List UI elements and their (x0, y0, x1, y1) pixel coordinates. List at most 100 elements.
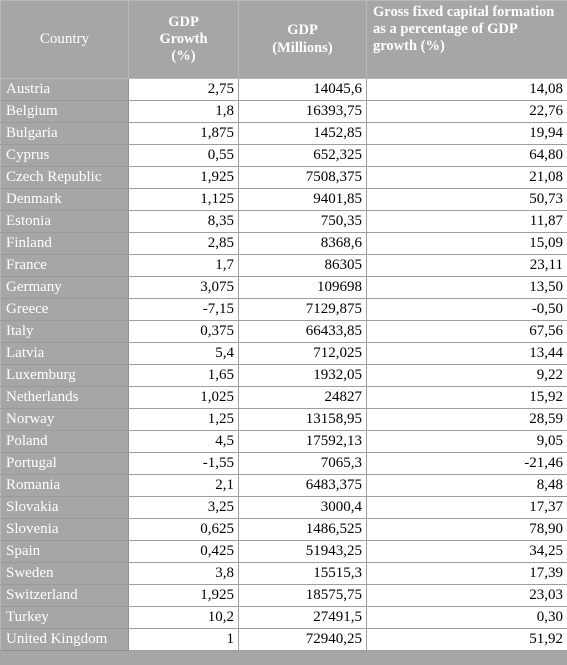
column-header-gdp-millions: GDP (Millions) (238, 0, 367, 79)
country-name-cell: Romania (0, 474, 129, 497)
column-header-gfcf-percentage: Gross fixed capital formation as a perce… (366, 0, 567, 79)
data-cell-gfcf_pct: 9,22 (366, 364, 567, 387)
table-row: Turkey 10,2 27491,5 0,30 (0, 606, 567, 629)
data-cell-gdp_millions: 712,025 (238, 342, 367, 365)
table-row: Romania 2,1 6483,375 8,48 (0, 474, 567, 497)
data-cell-gdp_millions: 8368,6 (238, 232, 367, 255)
data-cell-gdp_millions: 72940,25 (238, 628, 367, 651)
table-row: Belgium 1,8 16393,75 22,76 (0, 100, 567, 123)
data-cell-gdp_growth: 0,375 (128, 320, 239, 343)
data-cell-gdp_growth: 3,075 (128, 276, 239, 299)
data-cell-gdp_millions: 66433,85 (238, 320, 367, 343)
country-name-cell: Bulgaria (0, 122, 129, 145)
data-cell-gfcf_pct: 15,92 (366, 386, 567, 409)
data-cell-gdp_growth: -1,55 (128, 452, 239, 475)
data-cell-gdp_growth: 1,025 (128, 386, 239, 409)
data-cell-gdp_millions: 16393,75 (238, 100, 367, 123)
data-cell-gfcf_pct: 17,39 (366, 562, 567, 585)
table-row: Bulgaria 1,875 1452,85 19,94 (0, 122, 567, 145)
data-cell-gdp_millions: 7065,3 (238, 452, 367, 475)
data-cell-gdp_growth: 5,4 (128, 342, 239, 365)
country-name-cell: Italy (0, 320, 129, 343)
data-cell-gfcf_pct: 17,37 (366, 496, 567, 519)
data-cell-gdp_growth: 1 (128, 628, 239, 651)
data-cell-gdp_millions: 109698 (238, 276, 367, 299)
country-name-cell: Cyprus (0, 144, 129, 167)
country-name-cell: Sweden (0, 562, 129, 585)
table-row: Switzerland 1,925 18575,75 23,03 (0, 584, 567, 607)
data-cell-gdp_growth: 0,425 (128, 540, 239, 563)
data-cell-gdp_growth: 1,925 (128, 166, 239, 189)
table-header: Country GDP Growth (%) GDP (Millions) Gross… (0, 0, 567, 79)
table-row: Finland 2,85 8368,6 15,09 (0, 232, 567, 255)
gdp-statistics-table: Country GDP Growth (%) GDP (Millions) Gross… (0, 0, 567, 651)
data-cell-gfcf_pct: 15,09 (366, 232, 567, 255)
country-name-cell: Switzerland (0, 584, 129, 607)
country-name-cell: Estonia (0, 210, 129, 233)
table-row: Slovenia 0,625 1486,525 78,90 (0, 518, 567, 541)
country-name-cell: Slovenia (0, 518, 129, 541)
table-row: Luxemburg 1,65 1932,05 9,22 (0, 364, 567, 387)
data-cell-gfcf_pct: 13,44 (366, 342, 567, 365)
data-cell-gdp_millions: 24827 (238, 386, 367, 409)
data-cell-gfcf_pct: 14,08 (366, 78, 567, 101)
data-cell-gdp_growth: 1,65 (128, 364, 239, 387)
country-name-cell: Czech Republic (0, 166, 129, 189)
data-cell-gdp_millions: 1486,525 (238, 518, 367, 541)
data-cell-gfcf_pct: 50,73 (366, 188, 567, 211)
data-cell-gfcf_pct: 23,11 (366, 254, 567, 277)
country-name-cell: Turkey (0, 606, 129, 629)
country-name-cell: Denmark (0, 188, 129, 211)
data-cell-gdp_growth: 2,85 (128, 232, 239, 255)
table-row: Cyprus 0,55 652,325 64,80 (0, 144, 567, 167)
data-cell-gfcf_pct: 67,56 (366, 320, 567, 343)
data-cell-gdp_growth: 1,925 (128, 584, 239, 607)
data-cell-gdp_growth: 2,1 (128, 474, 239, 497)
data-cell-gdp_millions: 7508,375 (238, 166, 367, 189)
table-row: Italy 0,375 66433,85 67,56 (0, 320, 567, 343)
table-row: Netherlands 1,025 24827 15,92 (0, 386, 567, 409)
table-row: Poland 4,5 17592,13 9,05 (0, 430, 567, 453)
country-name-cell: France (0, 254, 129, 277)
table-row: Sweden 3,8 15515,3 17,39 (0, 562, 567, 585)
data-cell-gdp_growth: -7,15 (128, 298, 239, 321)
table-row: Estonia 8,35 750,35 11,87 (0, 210, 567, 233)
data-cell-gdp_millions: 14045,6 (238, 78, 367, 101)
country-name-cell: Slovakia (0, 496, 129, 519)
data-cell-gdp_growth: 1,875 (128, 122, 239, 145)
data-cell-gdp_growth: 3,8 (128, 562, 239, 585)
data-cell-gdp_growth: 3,25 (128, 496, 239, 519)
country-name-cell: Greece (0, 298, 129, 321)
table-row: Norway 1,25 13158,95 28,59 (0, 408, 567, 431)
column-header-country: Country (0, 0, 129, 79)
country-name-cell: Latvia (0, 342, 129, 365)
data-cell-gdp_millions: 17592,13 (238, 430, 367, 453)
country-name-cell: Finland (0, 232, 129, 255)
data-cell-gfcf_pct: 19,94 (366, 122, 567, 145)
data-cell-gfcf_pct: 9,05 (366, 430, 567, 453)
data-cell-gfcf_pct: 13,50 (366, 276, 567, 299)
data-cell-gdp_growth: 10,2 (128, 606, 239, 629)
country-name-cell: Austria (0, 78, 129, 101)
data-cell-gdp_growth: 1,7 (128, 254, 239, 277)
data-cell-gfcf_pct: 8,48 (366, 474, 567, 497)
header-row: Country GDP Growth (%) GDP (Millions) Gross… (0, 0, 567, 79)
country-name-cell: United Kingdom (0, 628, 129, 651)
table-row: Czech Republic 1,925 7508,375 21,08 (0, 166, 567, 189)
table-row: Portugal -1,55 7065,3 -21,46 (0, 452, 567, 475)
data-cell-gdp_millions: 3000,4 (238, 496, 367, 519)
country-name-cell: Netherlands (0, 386, 129, 409)
data-cell-gdp_growth: 2,75 (128, 78, 239, 101)
table-row: Slovakia 3,25 3000,4 17,37 (0, 496, 567, 519)
table-row: Germany 3,075 109698 13,50 (0, 276, 567, 299)
data-cell-gdp_millions: 15515,3 (238, 562, 367, 585)
data-cell-gdp_growth: 1,25 (128, 408, 239, 431)
data-cell-gdp_millions: 18575,75 (238, 584, 367, 607)
data-cell-gdp_growth: 8,35 (128, 210, 239, 233)
table-row: Latvia 5,4 712,025 13,44 (0, 342, 567, 365)
country-name-cell: Luxemburg (0, 364, 129, 387)
data-cell-gfcf_pct: 34,25 (366, 540, 567, 563)
data-cell-gfcf_pct: 28,59 (366, 408, 567, 431)
country-name-cell: Norway (0, 408, 129, 431)
data-cell-gdp_millions: 652,325 (238, 144, 367, 167)
